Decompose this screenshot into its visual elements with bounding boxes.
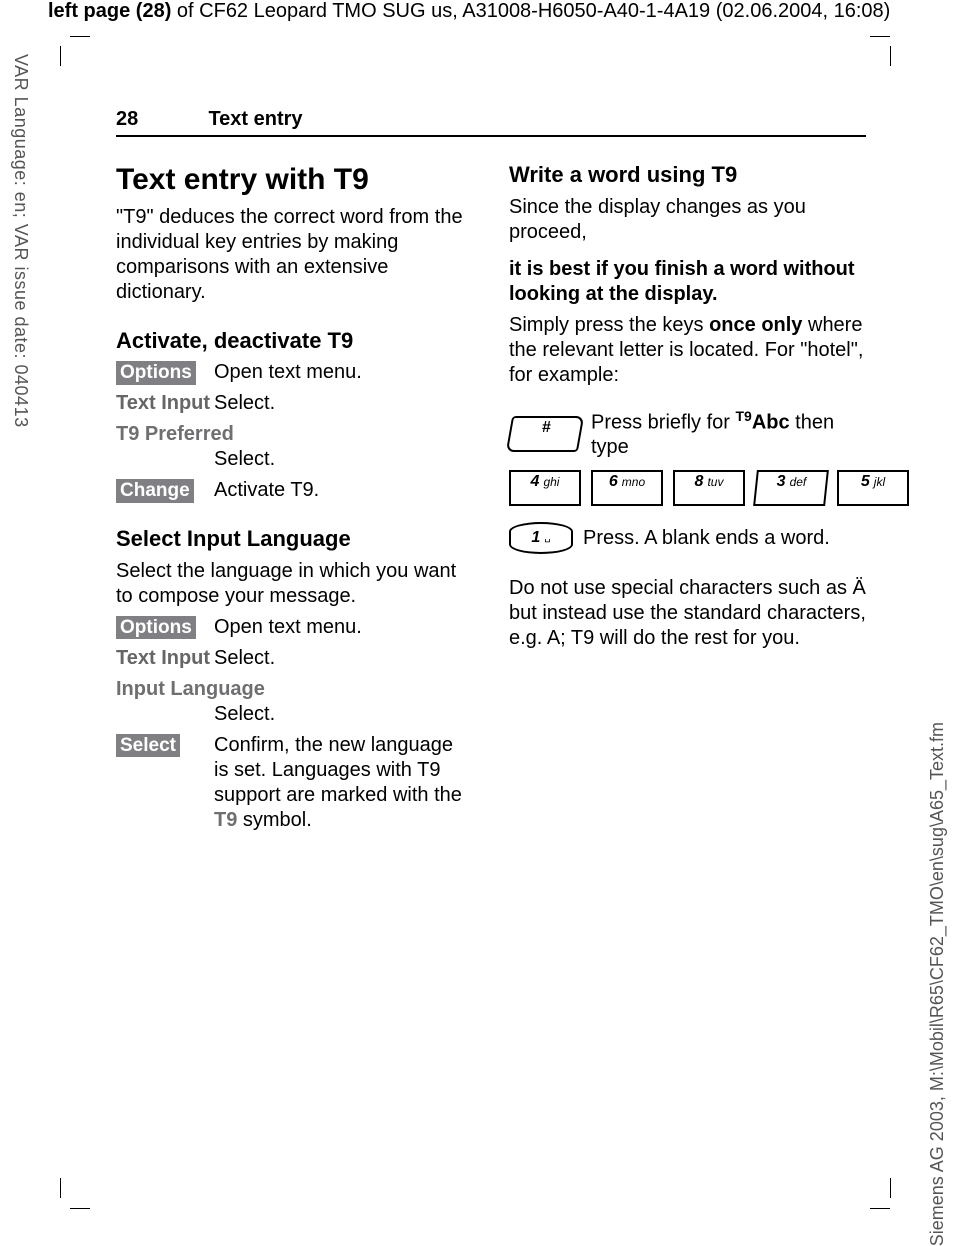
write-p3: Simply press the keys once only where th… <box>509 313 866 388</box>
key-8: 8tuv <box>673 470 745 506</box>
intro-paragraph: "T9" deduces the correct word from the i… <box>116 205 473 305</box>
t9-symbol: T9 <box>214 809 237 831</box>
row-t9-preferred-desc: Select. <box>214 447 473 472</box>
h1-text-entry-t9: Text entry with T9 <box>116 161 473 199</box>
row-options-2-desc: Open text menu. <box>214 615 473 640</box>
hash-desc-a: Press briefly for <box>591 411 735 433</box>
label-input-language: Input Language <box>116 677 473 702</box>
h2-select-lang: Select Input Language <box>116 525 473 553</box>
row-text-input-2: Text Input Select. <box>116 646 473 671</box>
key-5: 5jkl <box>837 470 909 506</box>
row-change-desc: Activate T9. <box>214 478 473 503</box>
doc-header: left page (28) of CF62 Leopard TMO SUG u… <box>48 0 890 23</box>
right-column: Write a word using T9 Since the display … <box>509 157 866 839</box>
label-t9-preferred: T9 Preferred <box>116 422 473 447</box>
crop-mark-top-right <box>880 36 910 66</box>
page-number: 28 <box>116 108 204 131</box>
row-select: Select Confirm, the new language is set.… <box>116 733 473 833</box>
key-3: 3def <box>753 470 829 506</box>
softkey-change: Change <box>116 479 194 503</box>
row-input-language: Input Language Select. <box>116 677 473 727</box>
softkey-options: Options <box>116 361 196 385</box>
h2-write-word: Write a word using T9 <box>509 161 866 189</box>
row-select-desc-a: Confirm, the new language is set. Langua… <box>214 734 462 806</box>
page: left page (28) of CF62 Leopard TMO SUG u… <box>0 0 954 1246</box>
row-select-desc-b: symbol. <box>237 809 311 831</box>
crop-mark-bottom-left <box>60 1188 90 1218</box>
left-column: Text entry with T9 "T9" deduces the corr… <box>116 157 473 839</box>
row-options-1: Options Open text menu. <box>116 360 473 385</box>
side-text-left: VAR Language: en; VAR issue date: 040413 <box>10 54 31 428</box>
one-key-row: 1 ␣ Press. A blank ends a word. <box>509 522 866 554</box>
row-options-2: Options Open text menu. <box>116 615 473 640</box>
side-text-right: Siemens AG 2003, M:\Mobil\R65\CF62_TMO\e… <box>927 722 948 1246</box>
h2-activate: Activate, deactivate T9 <box>116 327 473 355</box>
row-select-desc: Confirm, the new language is set. Langua… <box>214 733 473 833</box>
row-text-input-1: Text Input Select. <box>116 391 473 416</box>
hash-key-desc: Press briefly for T9Abc then type <box>591 408 866 461</box>
write-p3b: once only <box>709 314 802 336</box>
row-change: Change Activate T9. <box>116 478 473 503</box>
key-1-s: ␣ <box>544 532 550 545</box>
write-p3a: Simply press the keys <box>509 314 709 336</box>
crop-mark-top-left <box>60 36 90 66</box>
key-1: 1 ␣ <box>509 522 573 554</box>
hash-desc-sup: T9 <box>735 408 751 424</box>
key-6: 6mno <box>591 470 663 506</box>
write-p4: Do not use special characters such as Ä … <box>509 576 866 651</box>
row-input-language-desc: Select. <box>214 702 473 727</box>
doc-header-page: left page (28) <box>48 0 171 22</box>
key-hash-label: # <box>542 418 551 438</box>
running-header: 28 Text entry <box>116 108 866 137</box>
softkey-select: Select <box>116 734 180 758</box>
section-title: Text entry <box>208 108 302 130</box>
doc-header-rest: of CF62 Leopard TMO SUG us, A31008-H6050… <box>171 0 890 22</box>
write-p2: it is best if you finish a word without … <box>509 257 866 307</box>
label-text-input: Text Input <box>116 391 214 416</box>
softkey-options-2: Options <box>116 616 196 640</box>
page-body: 28 Text entry Text entry with T9 "T9" de… <box>116 108 866 839</box>
key-4: 4ghi <box>509 470 581 506</box>
row-t9-preferred: T9 Preferred Select. <box>116 422 473 472</box>
label-text-input-2: Text Input <box>116 646 214 671</box>
letter-keys-row: 4ghi 6mno 8tuv 3def 5jkl <box>509 470 866 506</box>
key-1-n: 1 <box>531 528 540 548</box>
hash-desc-b: Abc <box>752 411 790 433</box>
row-text-input-2-desc: Select. <box>214 646 473 671</box>
select-lang-paragraph: Select the language in which you want to… <box>116 559 473 609</box>
row-text-input-1-desc: Select. <box>214 391 473 416</box>
hash-key-row: # Press briefly for T9Abc then type <box>509 408 866 461</box>
row-options-1-desc: Open text menu. <box>214 360 473 385</box>
key-hash: # <box>506 416 584 452</box>
one-key-desc: Press. A blank ends a word. <box>583 526 866 551</box>
crop-mark-bottom-right <box>880 1188 910 1218</box>
write-p1: Since the display changes as you proceed… <box>509 195 866 245</box>
